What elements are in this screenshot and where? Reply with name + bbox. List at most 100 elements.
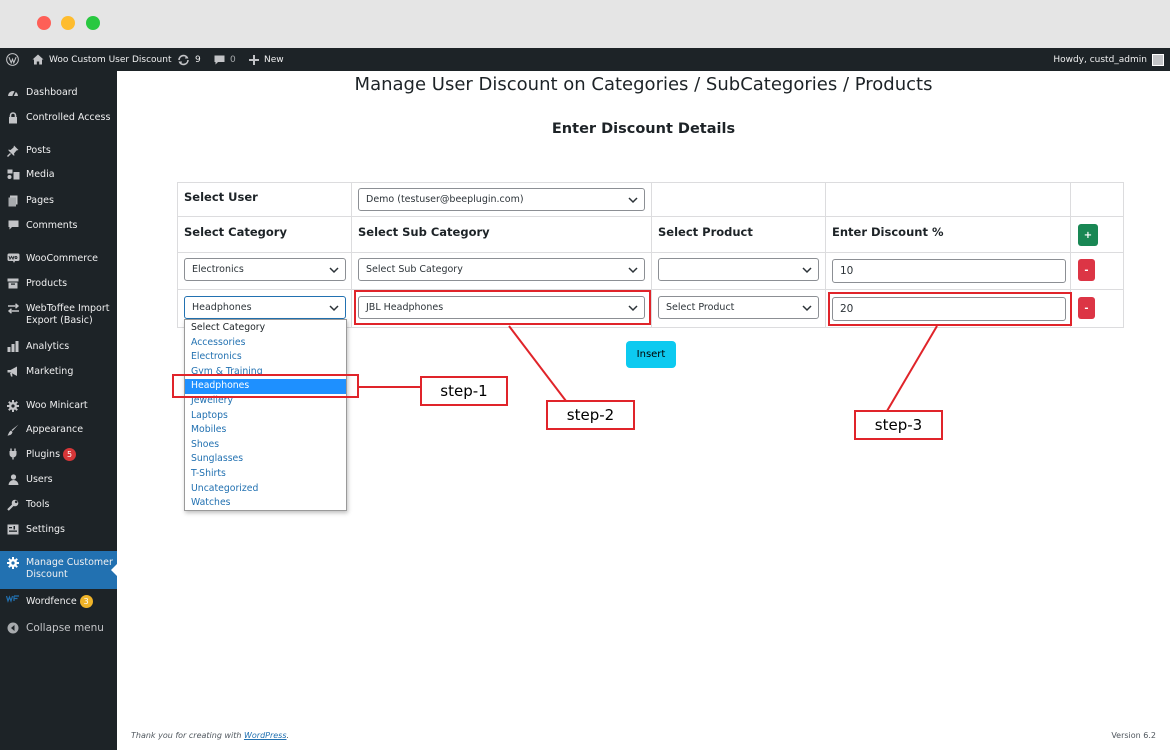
products-icon: [7, 278, 19, 289]
step3-connector: [886, 325, 938, 412]
my-account-link[interactable]: Howdy, custd_admin: [1053, 48, 1164, 71]
select-user-dropdown[interactable]: Demo (testuser@beeplugin.com): [358, 188, 645, 211]
sidebar-item-woocommerce[interactable]: WooCommerce: [0, 253, 117, 265]
sidebar-item-appearance[interactable]: Appearance: [0, 424, 117, 436]
sidebar-item-users[interactable]: Users: [0, 474, 117, 486]
sidebar-item-label: Collapse menu: [26, 622, 104, 634]
dropdown-option[interactable]: Shoes: [185, 438, 346, 453]
dropdown-option[interactable]: Accessories: [185, 336, 346, 351]
plugins-update-badge: 5: [63, 448, 77, 461]
sidebar-item-tools[interactable]: Tools: [0, 499, 117, 511]
wordfence-icon: [6, 595, 19, 603]
gear-icon: [7, 400, 19, 412]
sidebar-item-plugins[interactable]: Plugins 5: [0, 448, 117, 461]
category-select[interactable]: Electronics: [184, 258, 346, 281]
comment-icon: [8, 220, 18, 230]
updates-icon: [178, 54, 189, 65]
comments-count: 0: [230, 54, 236, 65]
footer-version: Version 6.2: [1111, 731, 1156, 740]
sidebar-item-label: Manage Customer Discount: [26, 557, 113, 580]
dropdown-option[interactable]: Sunglasses: [185, 452, 346, 467]
insert-button[interactable]: Insert: [626, 341, 676, 368]
sidebar-item-media[interactable]: Media: [0, 169, 117, 181]
megaphone-icon: [7, 366, 17, 377]
chevron-down-icon: [628, 267, 638, 274]
chart-icon: [7, 341, 19, 352]
sidebar-item-comments[interactable]: Comments: [0, 220, 117, 232]
import-export-icon: [7, 303, 19, 314]
comments-link[interactable]: 0: [214, 48, 236, 71]
admin-sidebar: Dashboard Controlled Access Posts Media …: [0, 71, 117, 750]
sidebar-item-wordfence[interactable]: Wordfence 3: [0, 595, 117, 608]
dashboard-icon: [8, 90, 18, 97]
sidebar-item-label: Users: [26, 474, 53, 485]
dropdown-option[interactable]: Laptops: [185, 409, 346, 424]
sidebar-item-label: Products: [26, 278, 68, 289]
chevron-down-icon: [802, 305, 812, 312]
sidebar-item-webtoffee[interactable]: WebToffee Import Export (Basic): [0, 303, 117, 327]
sidebar-item-settings[interactable]: Settings: [0, 524, 117, 536]
dropdown-option[interactable]: Mobiles: [185, 423, 346, 438]
sidebar-item-posts[interactable]: Posts: [0, 145, 117, 157]
footer-thanks: Thank you for creating with WordPress.: [131, 731, 289, 740]
home-icon: [32, 54, 44, 65]
dropdown-option[interactable]: Watches: [185, 496, 346, 511]
wordfence-badge: 3: [79, 595, 93, 608]
add-row-button[interactable]: +: [1078, 224, 1098, 246]
sidebar-item-analytics[interactable]: Analytics: [0, 341, 117, 353]
sidebar-item-label: Tools: [26, 499, 50, 510]
site-name-link[interactable]: Woo Custom User Discount: [32, 48, 171, 71]
step2-highlight: [354, 290, 651, 325]
table-cell: [651, 182, 826, 217]
updates-count: 9: [195, 54, 201, 65]
wordpress-logo-icon[interactable]: [6, 48, 19, 71]
discount-input[interactable]: 10: [832, 259, 1066, 283]
close-window-button[interactable]: [37, 16, 51, 30]
pages-icon: [8, 195, 18, 207]
sidebar-item-products[interactable]: Products: [0, 278, 117, 290]
product-header: Select Product: [658, 225, 753, 239]
product-select[interactable]: Select Product: [658, 296, 819, 319]
sidebar-item-marketing[interactable]: Marketing: [0, 366, 117, 378]
sidebar-item-label: Woo Minicart: [26, 400, 88, 411]
sidebar-item-dashboard[interactable]: Dashboard: [0, 87, 117, 99]
select-user-label: Select User: [184, 190, 258, 204]
dropdown-option[interactable]: Select Category: [185, 321, 346, 336]
updates-link[interactable]: 9: [177, 48, 201, 71]
sidebar-collapse-menu[interactable]: Collapse menu: [0, 622, 117, 634]
footer-thanks-text: Thank you for creating with: [131, 731, 244, 740]
sidebar-item-label: Pages: [26, 195, 54, 206]
category-select[interactable]: Headphones: [184, 296, 346, 319]
comment-icon: [214, 55, 225, 64]
gear-icon: [7, 557, 19, 569]
remove-row-button[interactable]: -: [1078, 297, 1095, 319]
dropdown-option[interactable]: Electronics: [185, 350, 346, 365]
discount-header: Enter Discount %: [832, 225, 944, 239]
sidebar-item-controlled-access[interactable]: Controlled Access: [0, 112, 117, 124]
select-user-value: Demo (testuser@beeplugin.com): [366, 194, 524, 205]
sidebar-item-pages[interactable]: Pages: [0, 195, 117, 207]
sidebar-item-woo-minicart[interactable]: Woo Minicart: [0, 400, 117, 412]
dropdown-option[interactable]: T-Shirts: [185, 467, 346, 482]
maximize-window-button[interactable]: [86, 16, 100, 30]
plugin-icon: [9, 448, 17, 460]
sidebar-item-manage-customer-discount[interactable]: Manage Customer Discount: [0, 551, 117, 589]
sidebar-item-label: Media: [26, 169, 55, 180]
window-titlebar: [0, 0, 1170, 48]
sidebar-item-label: Posts: [26, 145, 51, 156]
step1-highlight: [172, 374, 359, 398]
minimize-window-button[interactable]: [61, 16, 75, 30]
product-select[interactable]: [658, 258, 819, 281]
plugins-label: Plugins: [26, 449, 61, 460]
wordpress-link[interactable]: WordPress: [244, 731, 287, 740]
sidebar-item-label: WebToffee Import Export (Basic): [26, 303, 110, 326]
pin-icon: [7, 145, 19, 157]
subcategory-select[interactable]: Select Sub Category: [358, 258, 645, 281]
wordfence-label: Wordfence: [26, 596, 77, 607]
remove-row-button[interactable]: -: [1078, 259, 1095, 281]
dropdown-option[interactable]: Uncategorized: [185, 482, 346, 497]
new-content-link[interactable]: New: [249, 48, 284, 71]
table-cell: [825, 182, 1071, 217]
greeting: Howdy, custd_admin: [1053, 54, 1147, 65]
chevron-down-icon: [329, 305, 339, 312]
